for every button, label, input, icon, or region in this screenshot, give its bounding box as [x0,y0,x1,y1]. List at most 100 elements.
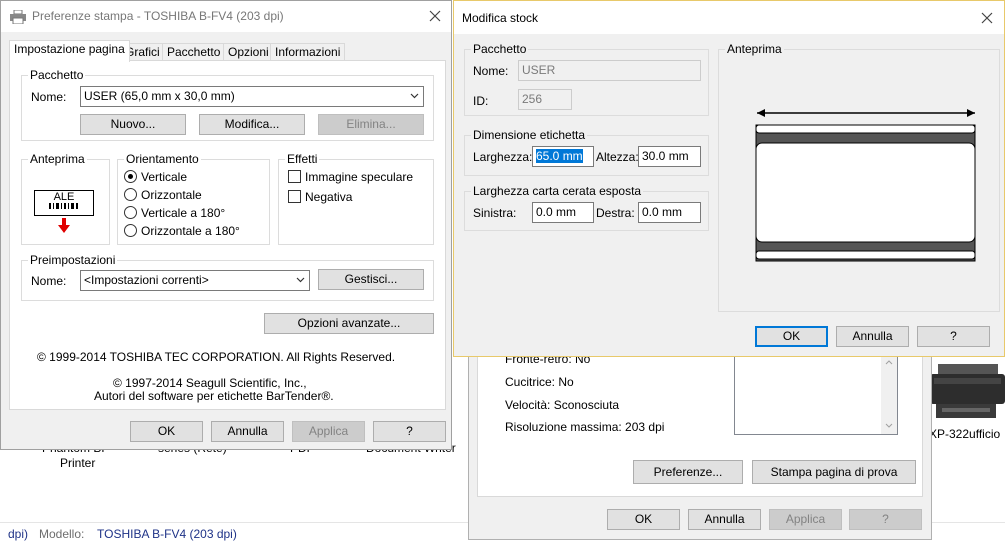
feed-direction-arrow-icon [57,218,71,234]
width-label: Larghezza: [473,150,533,164]
package-legend: Pacchetto [28,68,86,82]
label-roll-preview [755,105,977,265]
status-model-label: Modello: [39,527,85,541]
negative-label[interactable]: Negativa [305,190,352,204]
effects-group: Effetti Immagine speculare Negativa [278,152,434,245]
label-size-group: Dimensione etichetta Larghezza: 65.0 mm … [464,128,709,176]
desktop-label-printer[interactable]: Printer [60,456,95,470]
radio-portrait-180-label[interactable]: Verticale a 180° [141,206,225,220]
close-icon[interactable] [427,8,443,24]
presets-value: <Impostazioni correnti> [84,273,209,287]
package-name-value: USER (65,0 mm x 30,0 mm) [84,89,235,103]
prefs-ok-button[interactable]: OK [130,421,203,442]
props-apply-button[interactable]: Applica [769,509,842,530]
height-label: Altezza: [596,150,639,164]
negative-checkbox[interactable] [288,190,301,203]
radio-portrait-label[interactable]: Verticale [141,170,187,184]
stock-name-field[interactable]: USER [518,60,701,81]
printer-properties-dialog: Fronte-retro: No Cucitrice: No Velocità:… [468,340,932,540]
mirror-label[interactable]: Immagine speculare [305,170,413,184]
print-test-page-button[interactable]: Stampa pagina di prova [752,460,916,484]
radio-portrait[interactable] [124,170,137,183]
new-package-button[interactable]: Nuovo... [80,114,186,135]
stock-id-label: ID: [473,94,489,108]
right-field[interactable]: 0.0 mm [638,202,701,223]
edit-stock-dialog: Modifica stock Pacchetto Nome: USER ID: … [453,0,1005,357]
printer-small-icon [10,9,26,25]
presets-select[interactable]: <Impostazioni correnti> [80,270,310,291]
presets-legend: Preimpostazioni [28,253,118,267]
tab-info[interactable]: Informazioni [270,43,346,61]
orientation-legend: Orientamento [124,152,201,166]
prefs-window-title: Preferenze stampa - TOSHIBA B-FV4 (203 d… [32,9,284,23]
delete-package-button[interactable]: Elimina... [318,114,424,135]
width-field[interactable]: 65.0 mm [532,146,594,167]
stock-package-legend: Pacchetto [471,42,529,56]
left-field[interactable]: 0.0 mm [532,202,594,223]
props-cancel-button[interactable]: Annulla [688,509,761,530]
edit-package-button[interactable]: Modifica... [199,114,305,135]
props-ok-button[interactable]: OK [607,509,680,530]
properties-panel: Fronte-retro: No Cucitrice: No Velocità:… [477,341,923,497]
radio-landscape-label[interactable]: Orizzontale [141,188,202,202]
tab-options[interactable]: Opzioni [223,43,274,61]
height-field[interactable]: 30.0 mm [638,146,701,167]
copyright-bartender: Autori del software per etichette BarTen… [94,389,334,403]
chevron-down-icon [410,93,419,99]
tab-package[interactable]: Pacchetto [162,43,226,61]
left-label: Sinistra: [473,206,517,220]
stock-preview-group: Anteprima [718,42,1000,312]
copyright-toshiba: © 1999-2014 TOSHIBA TEC CORPORATION. All… [37,350,396,364]
package-group: Pacchetto Nome: USER (65,0 mm x 30,0 mm)… [21,68,434,141]
prefs-title-bar[interactable]: Preferenze stampa - TOSHIBA B-FV4 (203 d… [1,1,451,32]
manage-presets-button[interactable]: Gestisci... [318,269,424,290]
liner-group: Larghezza carta cerata esposta Sinistra:… [464,184,709,231]
presets-name-label: Nome: [31,274,67,288]
advanced-options-button[interactable]: Opzioni avanzate... [264,313,434,334]
stapler-text: Cucitrice: No [505,375,574,389]
prefs-help-button[interactable]: ? [373,421,446,442]
stock-cancel-button[interactable]: Annulla [836,326,909,347]
props-help-button[interactable]: ? [849,509,922,530]
preview-legend: Anteprima [28,152,87,166]
prefs-apply-button[interactable]: Applica [292,421,365,442]
presets-group: Preimpostazioni Nome: <Impostazioni corr… [21,253,434,301]
status-model-value: TOSHIBA B-FV4 (203 dpi) [97,527,237,541]
copyright-seagull: © 1997-2014 Seagull Scientific, Inc., [113,376,307,390]
speed-text: Velocità: Sconosciuta [505,398,620,412]
printer-icon[interactable] [928,356,1005,426]
radio-landscape-180[interactable] [124,224,137,237]
page-setup-panel: Pacchetto Nome: USER (65,0 mm x 30,0 mm)… [9,60,446,410]
orientation-group: Orientamento Verticale Orizzontale Verti… [117,152,270,245]
effects-legend: Effetti [285,152,320,166]
resolution-text: Risoluzione massima: 203 dpi [505,420,665,434]
stock-id-field[interactable]: 256 [518,89,572,110]
stock-ok-button[interactable]: OK [755,326,828,347]
width-value: 65.0 mm [536,149,583,163]
liner-legend: Larghezza carta cerata esposta [471,184,644,198]
stock-help-button[interactable]: ? [917,326,990,347]
list-scrollbar[interactable] [881,354,897,434]
stock-package-group: Pacchetto Nome: USER ID: 256 [464,42,709,116]
radio-portrait-180[interactable] [124,206,137,219]
chevron-down-icon [296,277,305,283]
radio-landscape-180-label[interactable]: Orizzontale a 180° [141,224,240,238]
prefs-cancel-button[interactable]: Annulla [211,421,284,442]
radio-landscape[interactable] [124,188,137,201]
close-icon[interactable] [979,10,995,26]
desktop-label-epson[interactable]: XP-322ufficio [929,427,1000,441]
stock-title-bar[interactable]: Modifica stock [454,1,1004,34]
paper-list-box[interactable] [734,353,898,435]
mirror-checkbox[interactable] [288,170,301,183]
preview-group: Anteprima ALE [21,152,110,245]
stock-preview-legend: Anteprima [725,42,784,56]
tab-page-setup[interactable]: Impostazione pagina [9,40,130,62]
package-name-select[interactable]: USER (65,0 mm x 30,0 mm) [80,86,424,107]
label-preview: ALE [34,190,94,216]
preferences-button[interactable]: Preferenze... [633,460,743,484]
package-name-label: Nome: [31,90,67,104]
print-preferences-dialog: Preferenze stampa - TOSHIBA B-FV4 (203 d… [0,0,452,450]
stock-name-label: Nome: [473,64,509,78]
right-label: Destra: [596,206,635,220]
status-dpi: dpi) [8,527,29,541]
